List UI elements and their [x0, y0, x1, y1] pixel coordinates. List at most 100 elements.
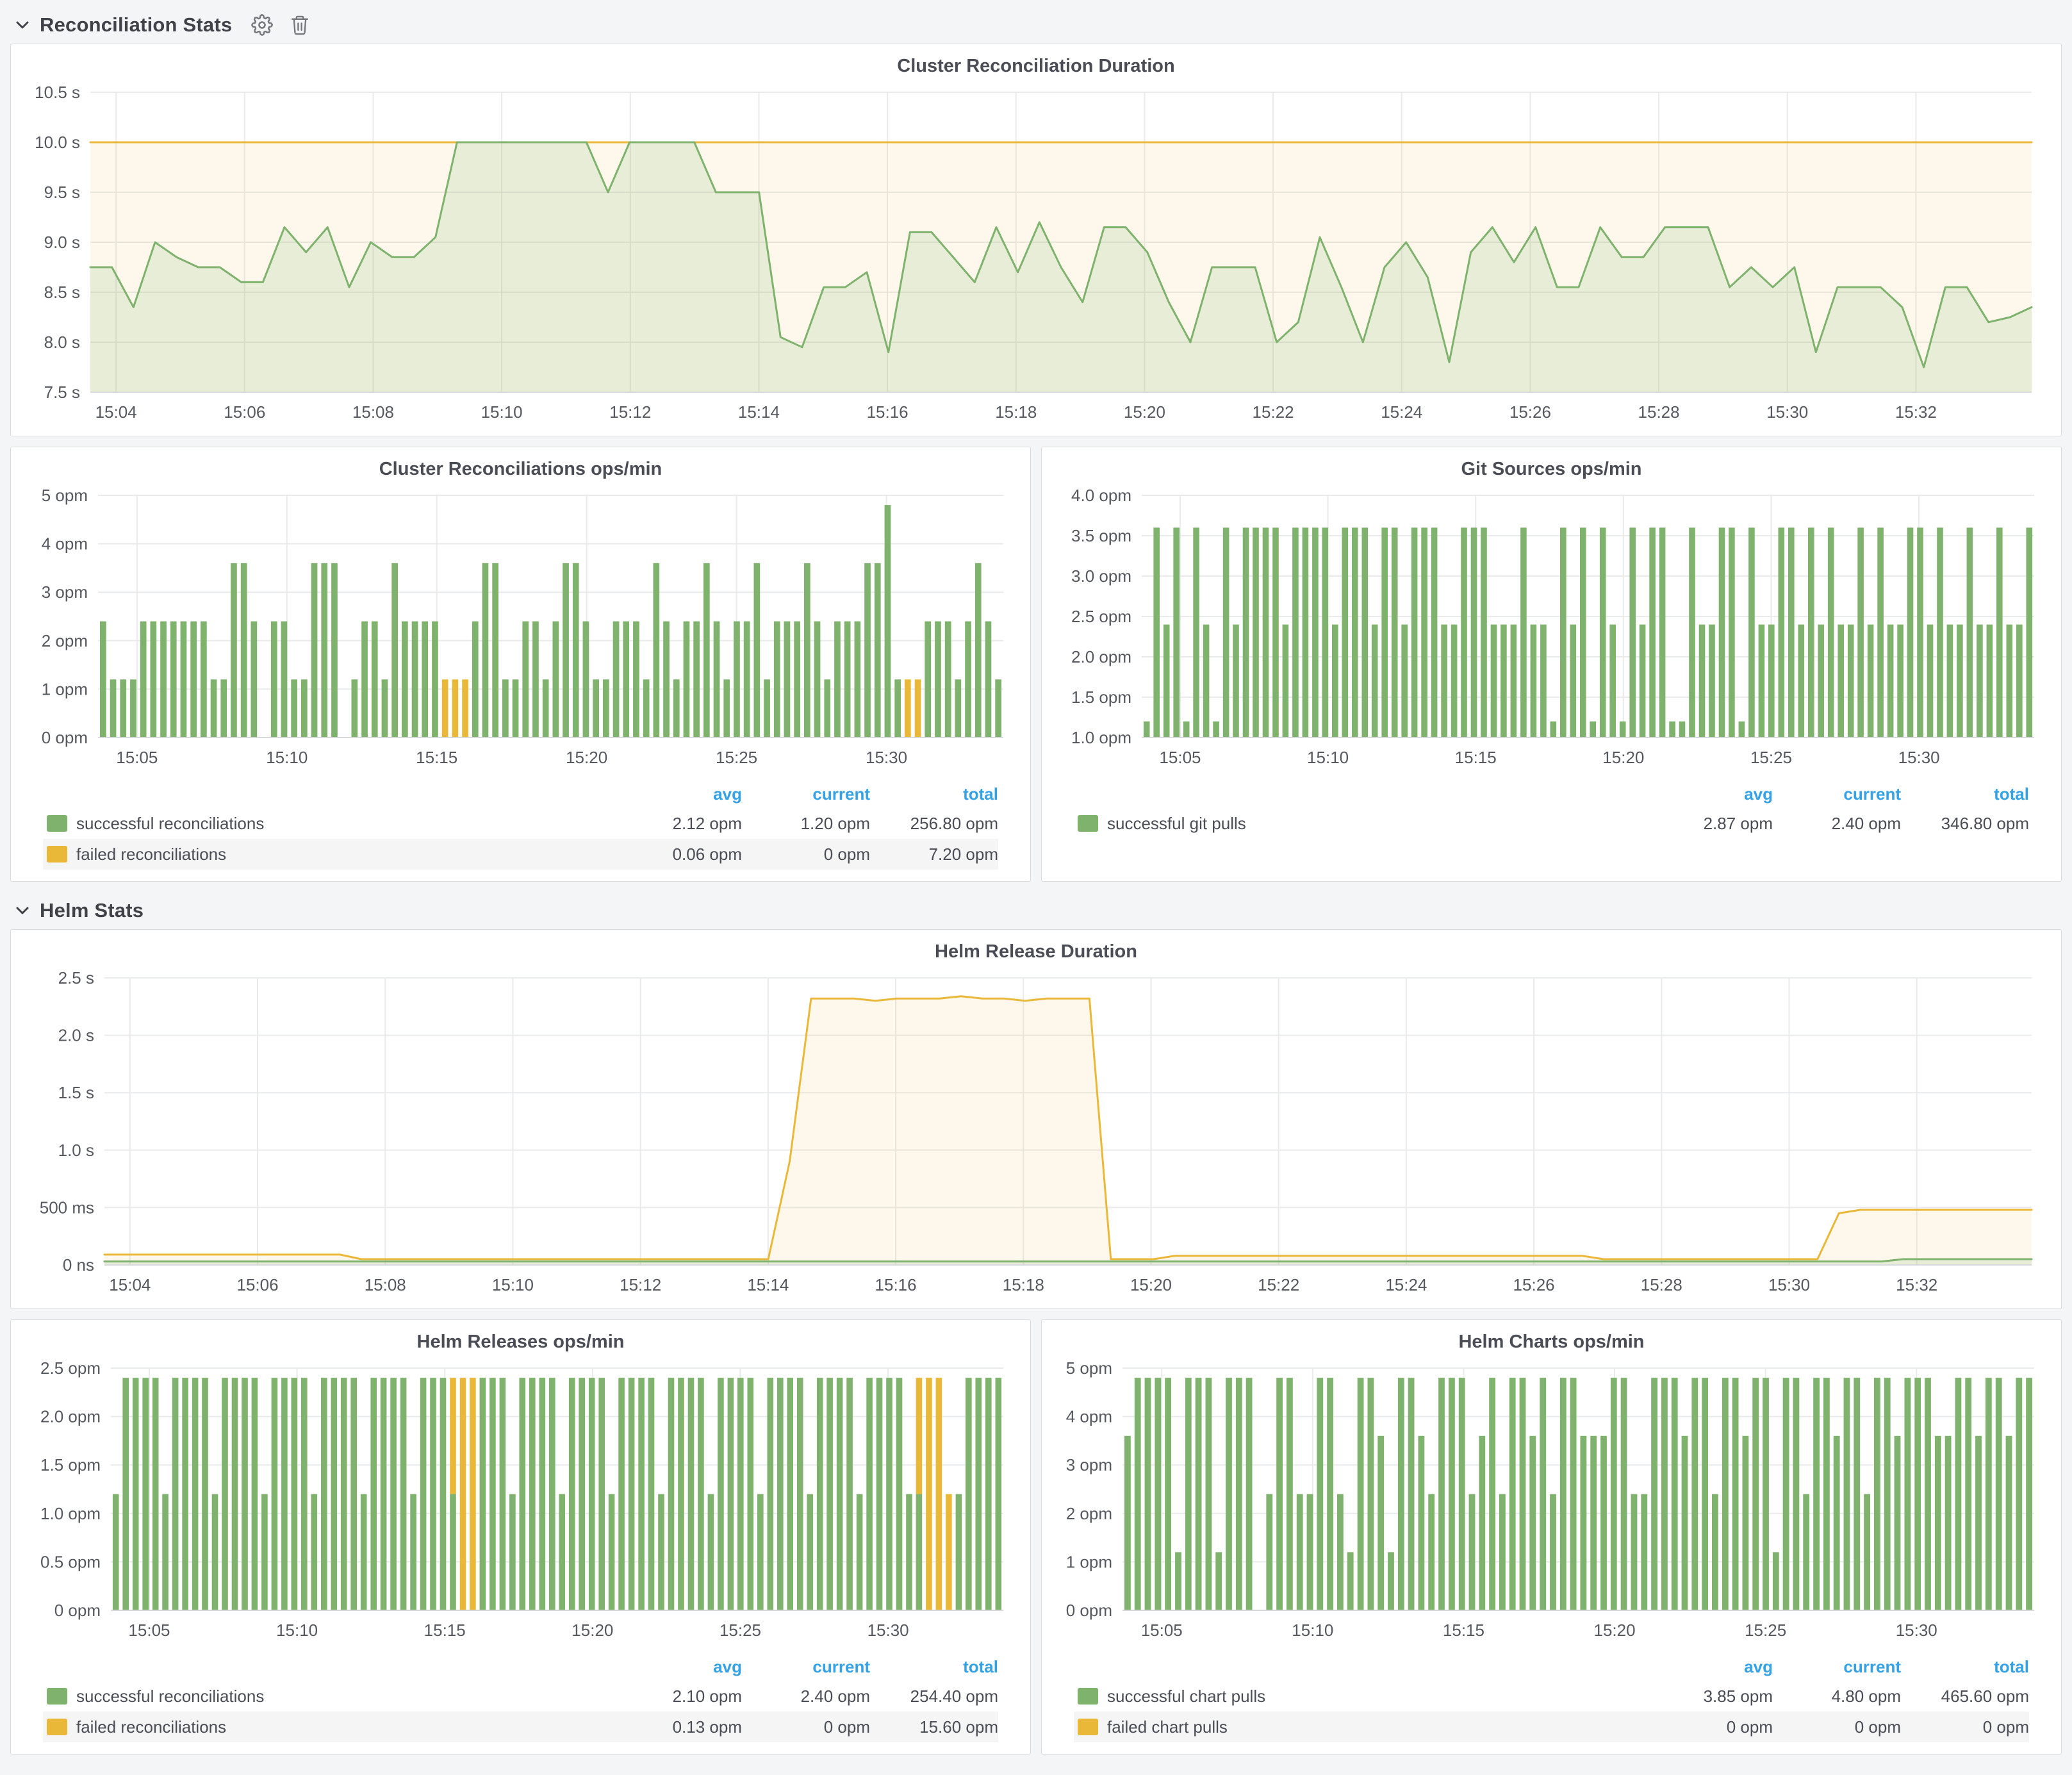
- stat-avg: 2.87 opm: [1645, 814, 1773, 834]
- stat-col-total[interactable]: total: [870, 1657, 998, 1677]
- svg-text:15:05: 15:05: [1141, 1621, 1183, 1640]
- svg-text:15:16: 15:16: [867, 402, 909, 422]
- svg-text:15:30: 15:30: [1896, 1621, 1937, 1640]
- svg-text:15:05: 15:05: [116, 748, 158, 767]
- stat-avg: 0.13 opm: [614, 1717, 742, 1737]
- svg-text:0.5 opm: 0.5 opm: [40, 1552, 101, 1571]
- legend-label[interactable]: successful chart pulls: [1107, 1687, 1265, 1706]
- legend-row-failed-reconciliations: failed reconciliations 0.13 opm 0 opm 15…: [43, 1712, 998, 1742]
- legend-label[interactable]: failed reconciliations: [76, 1717, 226, 1737]
- cluster-reconciliation-duration-chart[interactable]: 7.5 s8.0 s8.5 s9.0 s9.5 s10.0 s10.5 s15:…: [15, 83, 2057, 429]
- svg-text:15:10: 15:10: [276, 1621, 318, 1640]
- legend-label[interactable]: successful reconciliations: [76, 814, 264, 834]
- svg-text:15:18: 15:18: [1003, 1275, 1044, 1294]
- svg-text:15:24: 15:24: [1381, 402, 1422, 422]
- svg-text:15:04: 15:04: [95, 402, 137, 422]
- section-title: Reconciliation Stats: [40, 13, 232, 37]
- svg-text:15:15: 15:15: [424, 1621, 466, 1640]
- panel-git-sources-opm: Git Sources ops/min 1.0 opm1.5 opm2.0 op…: [1041, 447, 2062, 882]
- panel-title: Cluster Reconciliations ops/min: [15, 455, 1026, 486]
- legend: avg current total successful reconciliat…: [15, 776, 1026, 875]
- git-sources-opm-chart[interactable]: 1.0 opm1.5 opm2.0 opm2.5 opm3.0 opm3.5 o…: [1046, 486, 2057, 775]
- svg-text:3.5 opm: 3.5 opm: [1071, 526, 1131, 545]
- stat-col-current[interactable]: current: [742, 1657, 870, 1677]
- svg-text:15:30: 15:30: [1768, 1275, 1810, 1294]
- svg-text:0 opm: 0 opm: [54, 1601, 101, 1620]
- stat-current: 2.40 opm: [742, 1687, 870, 1706]
- legend-label[interactable]: successful reconciliations: [76, 1687, 264, 1706]
- svg-text:15:20: 15:20: [571, 1621, 613, 1640]
- legend-label[interactable]: failed reconciliations: [76, 845, 226, 864]
- trash-icon[interactable]: [290, 14, 310, 36]
- svg-text:15:16: 15:16: [875, 1275, 917, 1294]
- stat-col-avg[interactable]: avg: [1645, 784, 1773, 804]
- panel-title: Helm Charts ops/min: [1046, 1328, 2057, 1359]
- svg-text:15:12: 15:12: [620, 1275, 661, 1294]
- svg-text:15:05: 15:05: [128, 1621, 170, 1640]
- svg-text:15:20: 15:20: [1130, 1275, 1172, 1294]
- legend-stats-header: avg current total: [43, 780, 998, 808]
- svg-text:15:14: 15:14: [747, 1275, 789, 1294]
- stat-total: 256.80 opm: [870, 814, 998, 834]
- stat-col-avg[interactable]: avg: [1645, 1657, 1773, 1677]
- svg-text:7.5 s: 7.5 s: [44, 383, 80, 402]
- stat-col-total[interactable]: total: [870, 784, 998, 804]
- section-title: Helm Stats: [40, 899, 144, 922]
- series-color-dash: [47, 1688, 67, 1705]
- svg-text:9.0 s: 9.0 s: [44, 233, 80, 252]
- svg-text:1.0 opm: 1.0 opm: [1071, 728, 1131, 747]
- svg-text:4 opm: 4 opm: [1066, 1407, 1112, 1426]
- svg-text:15:10: 15:10: [266, 748, 308, 767]
- section-header-reconciliation[interactable]: Reconciliation Stats: [10, 6, 2062, 44]
- section-header-helm[interactable]: Helm Stats: [10, 892, 2062, 929]
- svg-text:0 opm: 0 opm: [1066, 1601, 1112, 1620]
- stat-total: 7.20 opm: [870, 845, 998, 864]
- stat-col-total[interactable]: total: [1901, 1657, 2029, 1677]
- svg-text:15:24: 15:24: [1385, 1275, 1427, 1294]
- legend-row-failed-reconciliations: failed reconciliations 0.06 opm 0 opm 7.…: [43, 839, 998, 870]
- stat-col-total[interactable]: total: [1901, 784, 2029, 804]
- cluster-reconciliations-opm-chart[interactable]: 0 opm1 opm2 opm3 opm4 opm5 opm15:0515:10…: [15, 486, 1026, 775]
- stat-col-avg[interactable]: avg: [614, 1657, 742, 1677]
- panel-cluster-reconciliations-opm: Cluster Reconciliations ops/min 0 opm1 o…: [10, 447, 1031, 882]
- svg-text:15:12: 15:12: [609, 402, 651, 422]
- legend-row-successful-git-pulls: successful git pulls 2.87 opm 2.40 opm 3…: [1074, 808, 2029, 839]
- legend-label[interactable]: successful git pulls: [1107, 814, 1246, 834]
- svg-text:4 opm: 4 opm: [42, 534, 88, 554]
- svg-text:2.0 opm: 2.0 opm: [40, 1407, 101, 1426]
- panel-title: Cluster Reconciliation Duration: [15, 52, 2057, 83]
- panel-helm-charts-opm: Helm Charts ops/min 0 opm1 opm2 opm3 opm…: [1041, 1319, 2062, 1754]
- stat-col-current[interactable]: current: [742, 784, 870, 804]
- helm-releases-opm-chart[interactable]: 0 opm0.5 opm1.0 opm1.5 opm2.0 opm2.5 opm…: [15, 1359, 1026, 1647]
- series-color-dash: [1078, 1719, 1098, 1735]
- svg-text:15:08: 15:08: [365, 1275, 406, 1294]
- svg-text:15:28: 15:28: [1641, 1275, 1682, 1294]
- stat-total: 465.60 opm: [1901, 1687, 2029, 1706]
- svg-text:15:14: 15:14: [738, 402, 780, 422]
- svg-text:15:20: 15:20: [566, 748, 607, 767]
- svg-text:1.5 opm: 1.5 opm: [1071, 688, 1131, 707]
- stat-col-current[interactable]: current: [1773, 784, 1901, 804]
- svg-text:8.0 s: 8.0 s: [44, 333, 80, 352]
- svg-text:2.5 s: 2.5 s: [58, 969, 94, 987]
- stat-total: 254.40 opm: [870, 1687, 998, 1706]
- svg-text:15:26: 15:26: [1513, 1275, 1555, 1294]
- svg-text:1 opm: 1 opm: [1066, 1552, 1112, 1571]
- chevron-down-icon: [15, 21, 29, 29]
- stat-col-current[interactable]: current: [1773, 1657, 1901, 1677]
- series-color-dash: [47, 1719, 67, 1735]
- svg-text:0 ns: 0 ns: [63, 1255, 94, 1275]
- stat-col-avg[interactable]: avg: [614, 784, 742, 804]
- svg-text:3 opm: 3 opm: [42, 582, 88, 602]
- legend-label[interactable]: failed chart pulls: [1107, 1717, 1228, 1737]
- legend-row-failed-chart-pulls: failed chart pulls 0 opm 0 opm 0 opm: [1074, 1712, 2029, 1742]
- svg-text:15:08: 15:08: [352, 402, 394, 422]
- svg-text:15:32: 15:32: [1896, 1275, 1937, 1294]
- stat-avg: 3.85 opm: [1645, 1687, 1773, 1706]
- gear-icon[interactable]: [251, 14, 273, 36]
- legend: avg current total successful reconciliat…: [15, 1649, 1026, 1747]
- helm-charts-opm-chart[interactable]: 0 opm1 opm2 opm3 opm4 opm5 opm15:0515:10…: [1046, 1359, 2057, 1647]
- helm-release-duration-chart[interactable]: 0 ns500 ms1.0 s1.5 s2.0 s2.5 s15:0415:06…: [15, 969, 2057, 1302]
- legend-row-successful-reconciliations: successful reconciliations 2.12 opm 1.20…: [43, 808, 998, 839]
- stat-total: 15.60 opm: [870, 1717, 998, 1737]
